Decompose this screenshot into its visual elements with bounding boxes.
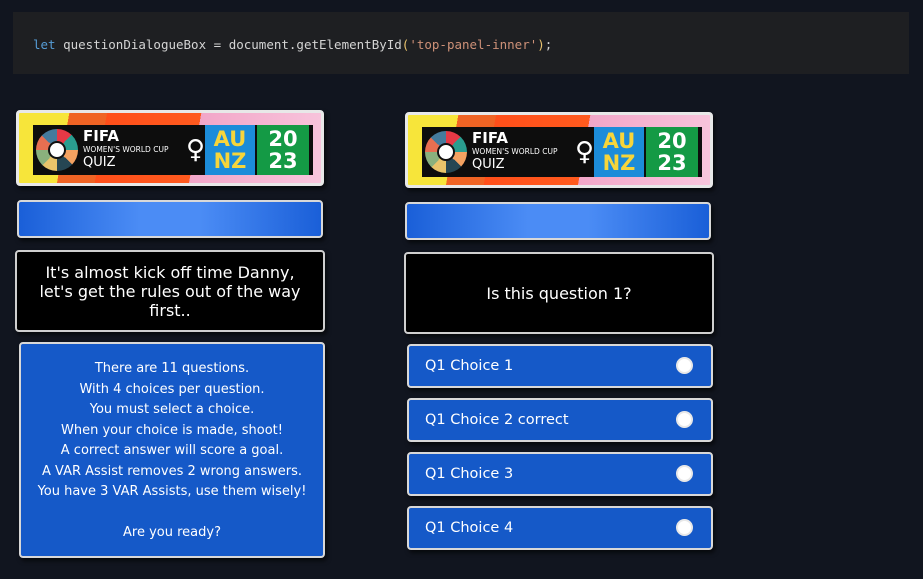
logo-text: FIFA WOMEN'S WORLD CUP QUIZ [472,130,557,172]
rule-line: With 4 choices per question. [79,381,265,397]
code-var: questionDialogueBox [63,37,207,52]
choice-option[interactable]: Q1 Choice 1 [407,344,713,388]
progress-bar [17,200,323,238]
trophy-icon: ♀ [575,137,595,167]
rule-line [21,503,323,524]
choice-label: Q1 Choice 3 [425,466,514,482]
au-text: AU [602,129,636,153]
year-bottom: 23 [268,149,298,173]
year-bottom: 23 [657,151,687,175]
choice-label: Q1 Choice 1 [425,358,514,374]
question-text: Is this question 1? [486,283,632,303]
radio-button[interactable] [676,357,693,374]
year-logo: 20 23 [646,127,698,177]
radio-button[interactable] [676,411,693,428]
code-semi: ; [544,37,553,52]
trophy-icon: ♀ [186,135,206,165]
logo-quiz: QUIZ [83,155,116,170]
code-arg: 'top-panel-inner' [409,37,538,52]
choice-label: Q1 Choice 2 correct [425,412,569,428]
rule-line: A correct answer will score a goal. [60,443,284,458]
rule-line: You must select a choice. [89,402,255,417]
code-keyword: let [33,37,56,52]
rules-box: There are 11 questions. With 4 choices p… [19,342,325,558]
quiz-logo-banner: FIFA WOMEN'S WORLD CUP QUIZ ♀ AU NZ 20 2… [16,110,324,186]
au-text: AU [213,127,247,151]
ready-prompt: Are you ready? [123,525,221,540]
year-top: 20 [657,129,687,153]
au-nz-logo: AU NZ [205,125,255,175]
logo-text: FIFA WOMEN'S WORLD CUP QUIZ [83,128,168,170]
welcome-text: It's almost kick off time Danny, let's g… [39,262,301,320]
code-eq: = [213,37,222,52]
year-logo: 20 23 [257,125,309,175]
code-close: ) [537,37,545,52]
rule-line: There are 11 questions. [94,361,250,376]
radio-button[interactable] [676,519,693,536]
welcome-message: It's almost kick off time Danny, let's g… [15,250,325,332]
choice-option[interactable]: Q1 Choice 4 [407,506,713,550]
football-icon [36,129,78,171]
logo-fifa: FIFA [472,129,508,147]
question-box: Is this question 1? [404,252,714,334]
radio-button[interactable] [676,465,693,482]
choice-option[interactable]: Q1 Choice 2 correct [407,398,713,442]
choice-option[interactable]: Q1 Choice 3 [407,452,713,496]
logo-quiz: QUIZ [472,157,505,172]
quiz-logo-banner: FIFA WOMEN'S WORLD CUP QUIZ ♀ AU NZ 20 2… [405,112,713,188]
progress-bar [405,202,711,240]
code-snippet: let questionDialogueBox = document.getEl… [13,12,909,74]
logo-fifa: FIFA [83,127,119,145]
football-icon [425,131,467,173]
rule-line: You have 3 VAR Assists, use them wisely! [37,484,307,499]
code-call: document.getElementById [228,37,402,52]
nz-text: NZ [602,151,636,175]
logo-strip: FIFA WOMEN'S WORLD CUP QUIZ ♀ AU NZ 20 2… [33,125,313,175]
logo-strip: FIFA WOMEN'S WORLD CUP QUIZ ♀ AU NZ 20 2… [422,127,702,177]
nz-text: NZ [213,149,247,173]
choice-label: Q1 Choice 4 [425,520,514,536]
au-nz-logo: AU NZ [594,127,644,177]
year-top: 20 [268,127,298,151]
rule-line: When your choice is made, shoot! [61,422,283,438]
rule-line: A VAR Assist removes 2 wrong answers. [42,463,302,479]
